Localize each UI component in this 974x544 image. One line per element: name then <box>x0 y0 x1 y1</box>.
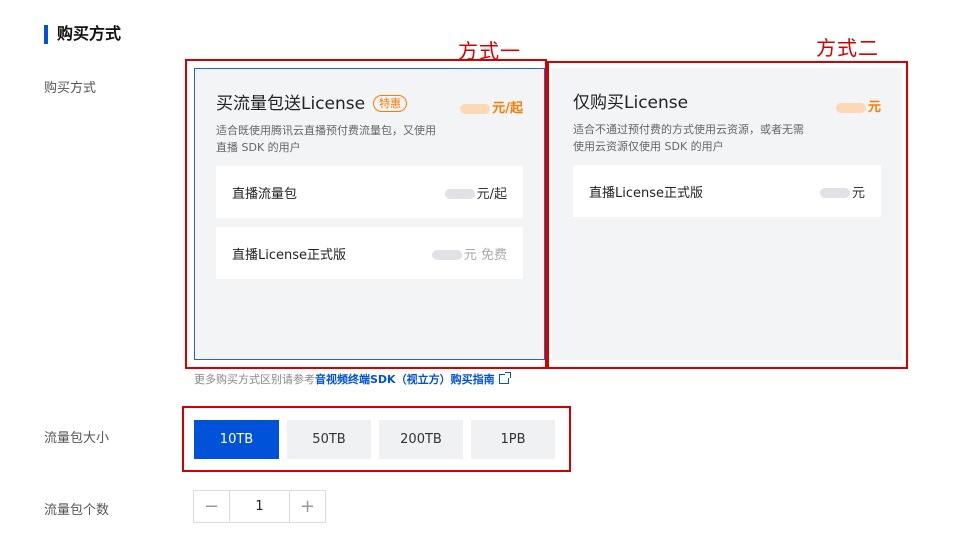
package-size-label: 流量包大小 <box>44 431 110 446</box>
special-offer-badge: 特惠 <box>373 95 408 112</box>
option-title: 仅购买License <box>573 93 689 113</box>
purchase-option-traffic-package[interactable]: 买流量包送License 特惠 元/起 适合既使用腾讯云直播预付费流量包，又使用 … <box>194 68 545 360</box>
section-title: 购买方式 <box>57 24 122 43</box>
purchase-guide-link[interactable]: 音视频终端SDK（视立方）购买指南 <box>315 373 495 386</box>
annotation-method-one: 方式一 <box>458 39 521 63</box>
purchase-guide-hint: 更多购买方式区别请参考音视频终端SDK（视立方）购买指南 <box>194 371 511 387</box>
option-description: 适合既使用腾讯云直播预付费流量包，又使用 直播 SDK 的用户 <box>216 124 436 154</box>
size-option-1pb[interactable]: 1PB <box>471 420 555 459</box>
package-count-label: 流量包个数 <box>44 503 110 518</box>
option-item-license: 直播License正式版 元 <box>573 165 881 217</box>
price-redacted <box>460 103 491 114</box>
increment-button[interactable]: + <box>289 491 325 522</box>
price-redacted <box>819 188 850 198</box>
option-item-traffic-package: 直播流量包 元/起 <box>216 166 523 218</box>
section-title-bar <box>44 25 48 44</box>
size-option-10tb[interactable]: 10TB <box>194 420 279 459</box>
price-redacted <box>431 250 462 260</box>
option-description: 适合不通过预付费的方式使用云资源，或者无需 使用云资源仅使用 SDK 的用户 <box>573 123 804 153</box>
annotation-method-two: 方式二 <box>816 36 879 60</box>
decrement-button[interactable]: − <box>194 491 230 522</box>
purchase-method-label: 购买方式 <box>44 81 97 96</box>
size-option-50tb[interactable]: 50TB <box>287 420 371 459</box>
external-link-icon[interactable] <box>498 372 511 384</box>
option-title: 买流量包送License 特惠 <box>216 94 408 114</box>
price-redacted <box>835 102 866 113</box>
option-price: 元 <box>835 96 881 115</box>
purchase-option-license-only[interactable]: 仅购买License 元 适合不通过预付费的方式使用云资源，或者无需 使用云资源… <box>552 68 902 360</box>
option-price: 元/起 <box>460 97 523 116</box>
package-count-stepper: − 1 + <box>193 490 326 523</box>
size-option-200tb[interactable]: 200TB <box>379 420 463 459</box>
price-redacted <box>444 189 475 199</box>
package-count-value[interactable]: 1 <box>230 491 289 522</box>
option-item-license: 直播License正式版 元 免费 <box>216 227 523 279</box>
